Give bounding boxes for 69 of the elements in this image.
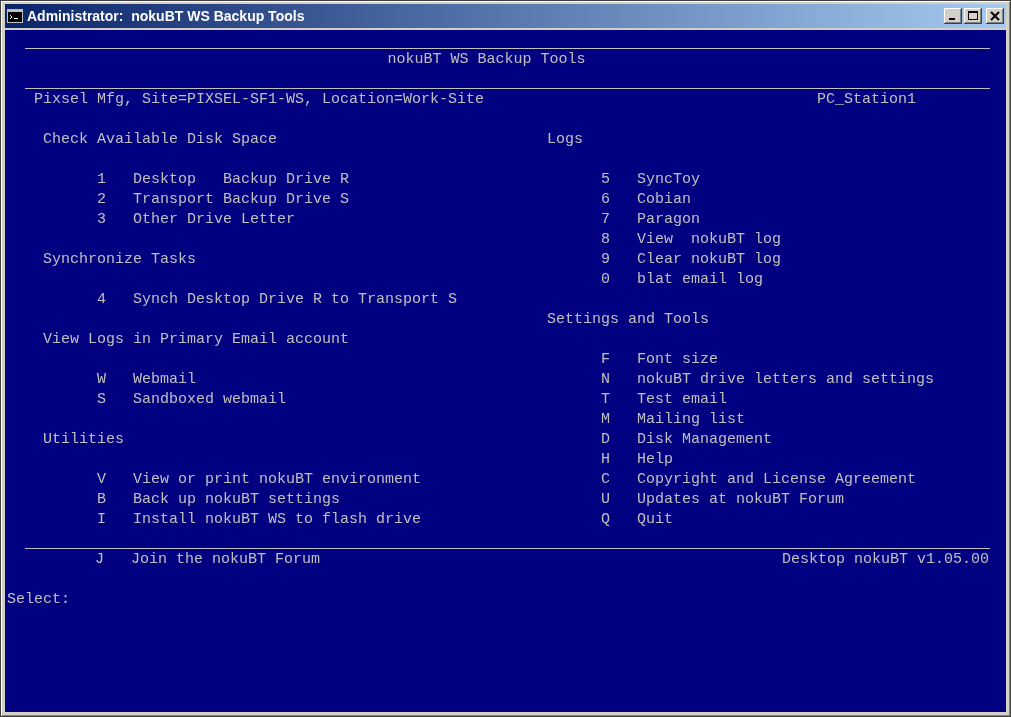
option-key: Q <box>601 510 637 530</box>
minimize-icon <box>949 18 955 20</box>
option-key: U <box>601 490 637 510</box>
version-text: Desktop nokuBT v1.05.00 <box>781 550 989 570</box>
option-label: Paragon <box>637 210 700 230</box>
option-key: 1 <box>97 170 133 190</box>
option-key: I <box>97 510 133 530</box>
option-key: T <box>601 390 637 410</box>
option-label: Synch Desktop Drive R to Transport S <box>133 290 458 310</box>
section-heading: Settings and Tools <box>547 310 710 330</box>
option-label: Webmail <box>133 370 196 390</box>
option-key: 0 <box>601 270 637 290</box>
option-key: F <box>601 350 637 370</box>
option-label: Install nokuBT WS to flash drive <box>133 510 422 530</box>
maximize-button[interactable] <box>964 8 982 24</box>
minimize-button[interactable] <box>944 8 962 24</box>
site-info: Pixsel Mfg, Site=PIXSEL-SF1-WS, Location=Work-Site <box>34 90 486 110</box>
option-label: Updates at nokuBT Forum <box>637 490 845 510</box>
option-key: 9 <box>601 250 637 270</box>
option-label: SyncToy <box>637 170 700 190</box>
station-name: PC_Station1 <box>817 90 917 110</box>
banner-title: nokuBT WS Backup Tools <box>387 50 586 70</box>
option-label: View nokuBT log <box>637 230 782 250</box>
command-prompt: Select: <box>7 590 70 610</box>
console-icon <box>7 9 23 23</box>
close-button[interactable] <box>986 8 1004 24</box>
option-key: 4 <box>97 290 133 310</box>
option-label: Clear nokuBT log <box>637 250 782 270</box>
option-label: Help <box>637 450 673 470</box>
option-label: View or print nokuBT environment <box>133 470 422 490</box>
section-heading: Check Available Disk Space <box>43 130 278 150</box>
option-label: Back up nokuBT settings <box>133 490 341 510</box>
option-label: Test email <box>637 390 727 410</box>
option-label: Desktop Backup Drive R <box>133 170 350 190</box>
option-label: nokuBT drive letters and settings <box>637 370 935 390</box>
option-label: Quit <box>637 510 673 530</box>
option-key: 8 <box>601 230 637 250</box>
option-key: 3 <box>97 210 133 230</box>
option-label: Disk Management <box>637 430 773 450</box>
option-key: 7 <box>601 210 637 230</box>
option-label: Join the nokuBT Forum <box>131 551 321 568</box>
option-key: D <box>601 430 637 450</box>
option-key: H <box>601 450 637 470</box>
option-key: 6 <box>601 190 637 210</box>
option-key: V <box>97 470 133 490</box>
option-key: M <box>601 410 637 430</box>
option-key: 5 <box>601 170 637 190</box>
option-key: S <box>97 390 133 410</box>
option-key: W <box>97 370 133 390</box>
section-heading: Logs <box>547 130 583 150</box>
window-title: Administrator: nokuBT WS Backup Tools <box>27 8 306 24</box>
maximize-icon <box>968 11 978 21</box>
option-key: 2 <box>97 190 133 210</box>
section-heading: View Logs in Primary Email account <box>43 330 350 350</box>
option-label: Mailing list <box>637 410 746 430</box>
option-label: blat email log <box>637 270 764 290</box>
section-heading: Utilities <box>43 430 124 450</box>
option-key: B <box>97 490 133 510</box>
section-heading: Synchronize Tasks <box>43 250 197 270</box>
option-label: Copyright and License Agreement <box>637 470 917 490</box>
option-label: Cobian <box>637 190 691 210</box>
option-label: Other Drive Letter <box>133 210 296 230</box>
option-label: Transport Backup Drive S <box>133 190 350 210</box>
option-label: Sandboxed webmail <box>133 390 287 410</box>
option-label: Font size <box>637 350 718 370</box>
option-key: J <box>95 550 131 570</box>
option-key: C <box>601 470 637 490</box>
option-key: N <box>601 370 637 390</box>
close-icon <box>990 11 1000 21</box>
